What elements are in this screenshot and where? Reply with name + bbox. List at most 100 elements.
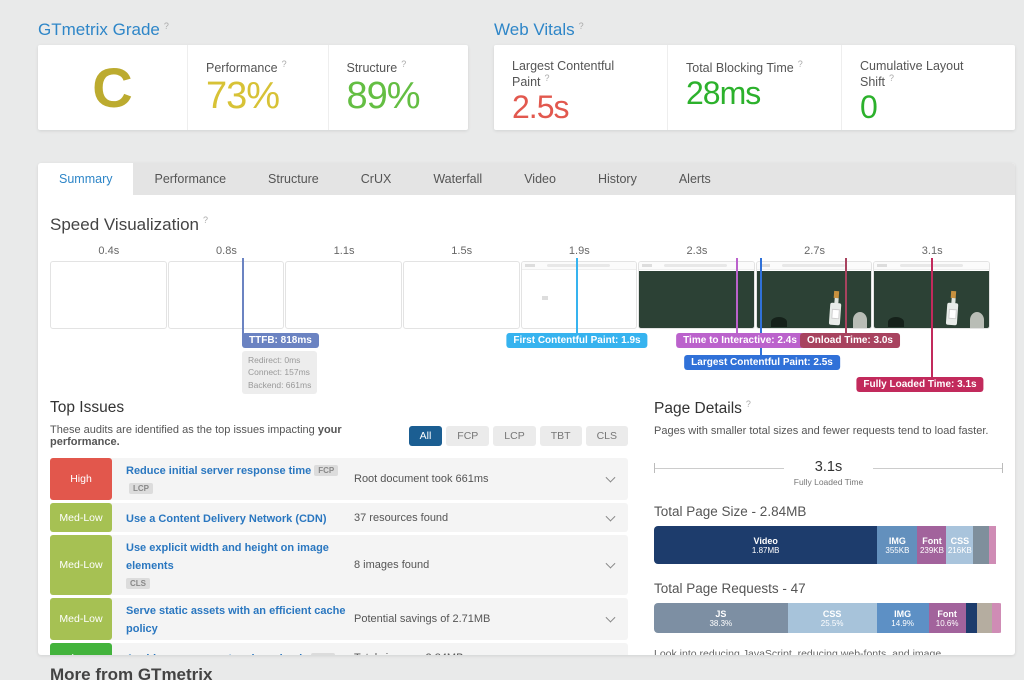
filter-fcp-button[interactable]: FCP	[446, 426, 489, 446]
filter-all-button[interactable]: All	[409, 426, 443, 446]
issue-title[interactable]: Serve static assets with an efficient ca…	[126, 605, 346, 635]
issue-detail: Total size was 2.84MB	[354, 652, 628, 656]
tab-history[interactable]: History	[577, 163, 658, 195]
size-segment-video: Video 1.87MB	[654, 526, 877, 564]
decor-shape	[853, 312, 867, 328]
lcp-value: 2.5s	[512, 89, 651, 126]
page-details-description: Pages with smaller total sizes and fewer…	[654, 425, 1003, 437]
tab-waterfall[interactable]: Waterfall	[412, 163, 503, 195]
gtmetrix-grade-header: GTmetrix Grade?	[38, 20, 169, 40]
tti-badge[interactable]: Time to Interactive: 2.4s	[676, 333, 804, 348]
issue-detail: Root document took 661ms	[354, 473, 628, 485]
severity-badge: High	[50, 458, 112, 500]
tab-crux[interactable]: CrUX	[340, 163, 413, 195]
fully-loaded-time-measure: 3.1s Fully Loaded Time	[654, 459, 1003, 487]
help-icon[interactable]: ?	[203, 215, 208, 225]
issue-detail: 37 resources found	[354, 512, 628, 524]
help-icon[interactable]: ?	[746, 399, 751, 409]
help-icon[interactable]: ?	[798, 59, 803, 69]
tick-label: 1.1s	[285, 245, 403, 261]
tick-label: 2.7s	[756, 245, 874, 261]
ttfb-badge[interactable]: TTFB: 818ms	[242, 333, 319, 348]
metric-tag: LCP	[129, 483, 153, 494]
tab-video[interactable]: Video	[503, 163, 577, 195]
requests-segment-other	[977, 603, 993, 633]
backend-time: Backend: 661ms	[248, 379, 311, 391]
grade-card: C Performance? 73% Structure? 89%	[38, 45, 468, 130]
tab-summary[interactable]: Summary	[38, 163, 133, 195]
speed-visualization-title: Speed Visualization?	[50, 215, 1003, 235]
report-tabbar: Summary Performance Structure CrUX Water…	[38, 163, 1015, 195]
top-issues-title: Top Issues	[50, 399, 628, 417]
browser-chrome	[522, 262, 637, 270]
size-segment-css: CSS 216KB	[946, 526, 973, 564]
lcp-metric: Largest Contentful Paint? 2.5s	[494, 45, 668, 130]
issue-row[interactable]: High Reduce initial server response time…	[50, 458, 628, 500]
tick-label: 0.4s	[50, 245, 168, 261]
filter-cls-button[interactable]: CLS	[586, 426, 628, 446]
tti-marker-line	[736, 258, 738, 338]
tick-label: 0.8s	[168, 245, 286, 261]
metric-tag: CLS	[126, 578, 150, 589]
fully-loaded-badge[interactable]: Fully Loaded Time: 3.1s	[856, 377, 983, 392]
size-segment-other	[989, 526, 996, 564]
tick-label: 2.3s	[638, 245, 756, 261]
ttfb-marker-line	[242, 258, 244, 338]
cls-label: Cumulative Layout Shift	[860, 59, 964, 89]
structure-metric: Structure? 89%	[329, 45, 469, 130]
help-icon[interactable]: ?	[545, 73, 550, 83]
issue-title[interactable]: Use explicit width and height on image e…	[126, 542, 329, 572]
filter-lcp-button[interactable]: LCP	[493, 426, 535, 446]
fully-loaded-marker-line	[931, 258, 933, 382]
issue-row[interactable]: Low Avoid enormous network payloadsLCP T…	[50, 643, 628, 655]
tab-structure[interactable]: Structure	[247, 163, 340, 195]
fully-loaded-time-value: 3.1s	[794, 459, 863, 475]
issue-row[interactable]: Med-Low Use explicit width and height on…	[50, 535, 628, 595]
requests-segment-other	[992, 603, 1001, 633]
requests-segment-font: Font 10.6%	[929, 603, 966, 633]
gtmetrix-report-page: GTmetrix Grade? C Performance? 73% Struc…	[0, 0, 1024, 680]
help-icon[interactable]: ?	[889, 73, 894, 83]
web-vitals-header: Web Vitals?	[494, 20, 584, 40]
grade-letter-cell: C	[38, 45, 188, 130]
tbt-metric: Total Blocking Time? 28ms	[668, 45, 842, 130]
issue-title[interactable]: Reduce initial server response time	[126, 465, 311, 477]
issue-row[interactable]: Med-Low Serve static assets with an effi…	[50, 598, 628, 640]
performance-label: Performance	[206, 61, 278, 75]
top-issues-section: Top Issues These audits are identified a…	[50, 399, 628, 655]
decor-shape	[970, 312, 984, 328]
tab-alerts[interactable]: Alerts	[658, 163, 732, 195]
severity-badge: Med-Low	[50, 503, 112, 532]
help-icon[interactable]: ?	[282, 59, 287, 69]
issue-detail: Potential savings of 2.71MB	[354, 613, 628, 625]
issue-title[interactable]: Avoid enormous network payloads	[126, 653, 308, 656]
issue-row[interactable]: Med-Low Use a Content Delivery Network (…	[50, 503, 628, 532]
issue-title[interactable]: Use a Content Delivery Network (CDN)	[126, 513, 327, 525]
tab-performance[interactable]: Performance	[133, 163, 247, 195]
timeline-ticks: 0.4s 0.8s 1.1s 1.5s 1.9s 2.3s 2.7s 3.1s	[50, 245, 991, 261]
page-fragment	[542, 296, 548, 300]
tick-label: 1.5s	[403, 245, 521, 261]
grade-letter: C	[92, 60, 132, 116]
fcp-badge[interactable]: First Contentful Paint: 1.9s	[506, 333, 647, 348]
web-vitals-title: Web Vitals	[494, 20, 575, 39]
severity-badge: Med-Low	[50, 598, 112, 640]
onload-badge[interactable]: Onload Time: 3.0s	[800, 333, 900, 348]
help-icon[interactable]: ?	[579, 21, 584, 31]
report-card: Summary Performance Structure CrUX Water…	[38, 163, 1015, 655]
tbt-value: 28ms	[686, 75, 825, 112]
filter-tbt-button[interactable]: TBT	[540, 426, 582, 446]
bottle-graphic	[827, 291, 842, 326]
browser-chrome	[757, 262, 872, 270]
filmstrip	[50, 261, 991, 329]
total-page-size-title: Total Page Size - 2.84MB	[654, 504, 1003, 519]
help-icon[interactable]: ?	[164, 21, 169, 31]
lcp-badge[interactable]: Largest Contentful Paint: 2.5s	[684, 355, 840, 370]
cls-value: 0	[860, 89, 999, 126]
filmstrip-frame	[168, 261, 285, 329]
decor-shape	[888, 317, 904, 327]
requests-segment-img: IMG 14.9%	[877, 603, 929, 633]
structure-label: Structure	[347, 61, 398, 75]
help-icon[interactable]: ?	[401, 59, 406, 69]
performance-metric: Performance? 73%	[188, 45, 329, 130]
